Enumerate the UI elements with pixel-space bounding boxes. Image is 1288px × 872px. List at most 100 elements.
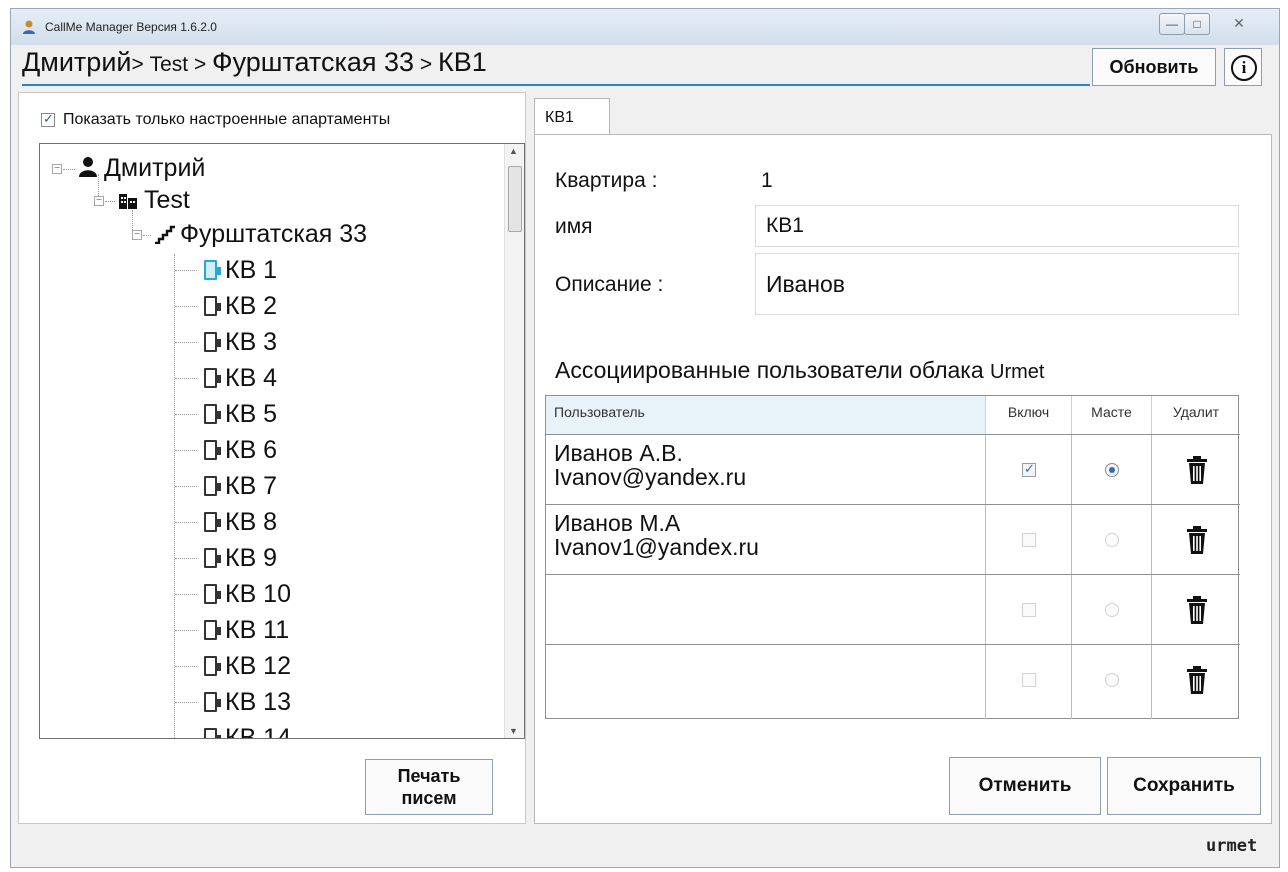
building-icon bbox=[119, 194, 137, 209]
tree-node-apartment[interactable]: КВ 8 bbox=[204, 504, 277, 540]
cloud-users-heading-text: Ассоциированные пользователи облака bbox=[555, 357, 991, 383]
name-field[interactable]: КВ1 bbox=[755, 205, 1239, 247]
tree-node-label: КВ 4 bbox=[225, 364, 278, 392]
door-icon bbox=[204, 332, 221, 352]
tree-node-label: КВ 1 bbox=[225, 256, 278, 284]
refresh-button[interactable]: Обновить bbox=[1092, 48, 1216, 86]
user-app-icon bbox=[23, 20, 35, 34]
tree-node-apartment[interactable]: КВ 13 bbox=[204, 684, 291, 720]
info-icon: i bbox=[1231, 55, 1257, 81]
column-header-delete[interactable]: Удалит bbox=[1152, 396, 1240, 434]
user-cell[interactable] bbox=[546, 575, 986, 645]
show-configured-label: Показать только настроенные апартаменты bbox=[63, 111, 391, 128]
print-letters-label-2: писем bbox=[401, 788, 457, 808]
breadcrumb-project[interactable]: Test bbox=[150, 53, 189, 76]
expander-building[interactable]: − bbox=[132, 230, 142, 240]
tree-node-label: Test bbox=[144, 186, 190, 214]
user-cell[interactable] bbox=[546, 645, 986, 719]
cloud-users-heading: Ассоциированные пользователи облака Urme… bbox=[555, 357, 1045, 384]
trash-icon[interactable] bbox=[1186, 595, 1208, 625]
door-icon bbox=[204, 260, 221, 280]
tree-node-apartment[interactable]: КВ 2 bbox=[204, 288, 277, 324]
master-radio[interactable] bbox=[1105, 603, 1119, 617]
tree-node-apartment[interactable]: КВ 3 bbox=[204, 324, 277, 360]
tree-node-apartment[interactable]: КВ 7 bbox=[204, 468, 277, 504]
enable-checkbox[interactable] bbox=[1022, 673, 1036, 687]
title-bar: CallMe Manager Версия 1.6.2.0 — □ ✕ bbox=[11, 9, 1279, 45]
tree-node-apartment[interactable]: КВ 6 bbox=[204, 432, 277, 468]
tree-node-apartment[interactable]: КВ 9 bbox=[204, 540, 277, 576]
tree-node-apartment[interactable]: КВ 4 bbox=[204, 360, 277, 396]
print-letters-button[interactable]: Печать писем bbox=[365, 759, 493, 815]
tree-node-user[interactable]: Дмитрий bbox=[78, 150, 205, 186]
scroll-down-icon[interactable]: ▼ bbox=[509, 726, 518, 736]
tab-apartment[interactable]: КВ1 bbox=[534, 98, 610, 138]
stairs-icon bbox=[155, 225, 175, 245]
apartment-tree[interactable]: − Дмитрий − Test − Фурштатская 33 КВ 1 К… bbox=[39, 143, 525, 739]
tree-node-apartment[interactable]: КВ 1 bbox=[204, 252, 277, 288]
scroll-up-icon[interactable]: ▲ bbox=[509, 146, 518, 156]
breadcrumb-separator: > bbox=[188, 53, 213, 76]
tree-node-apartment[interactable]: КВ 11 bbox=[204, 612, 289, 648]
table-row bbox=[546, 574, 1240, 645]
tree-node-project[interactable]: Test bbox=[118, 182, 190, 218]
breadcrumb-user[interactable]: Дмитрий bbox=[22, 47, 131, 77]
column-header-master[interactable]: Масте bbox=[1072, 396, 1152, 434]
tree-node-building[interactable]: Фурштатская 33 bbox=[154, 216, 367, 252]
enable-checkbox[interactable] bbox=[1022, 461, 1036, 477]
expander-root[interactable]: − bbox=[52, 164, 62, 174]
user-cell[interactable]: Иванов А.В. Ivanov@yandex.ru bbox=[546, 435, 986, 505]
tree-node-apartment[interactable]: КВ 14 bbox=[204, 720, 291, 738]
print-letters-label-1: Печать bbox=[397, 766, 461, 786]
cancel-button[interactable]: Отменить bbox=[949, 757, 1101, 815]
cloud-brand-name: Urmet bbox=[990, 361, 1045, 383]
tree-node-label: КВ 9 bbox=[225, 544, 278, 572]
name-label: имя bbox=[555, 215, 593, 238]
tree-node-label: Дмитрий bbox=[104, 154, 206, 182]
master-radio[interactable] bbox=[1105, 673, 1119, 687]
column-header-user[interactable]: Пользователь bbox=[546, 396, 986, 434]
breadcrumb-building[interactable]: Фурштатская 33 bbox=[212, 47, 414, 77]
save-button[interactable]: Сохранить bbox=[1107, 757, 1261, 815]
checkbox-icon[interactable] bbox=[41, 111, 55, 127]
user-cell[interactable]: Иванов М.А Ivanov1@yandex.ru bbox=[546, 505, 986, 575]
door-icon bbox=[204, 548, 221, 568]
trash-icon[interactable] bbox=[1186, 525, 1208, 555]
tree-node-label: КВ 10 bbox=[225, 580, 291, 608]
info-button[interactable]: i bbox=[1224, 48, 1262, 86]
enable-checkbox[interactable] bbox=[1022, 603, 1036, 617]
description-field[interactable]: Иванов bbox=[755, 253, 1239, 315]
tree-node-apartment[interactable]: КВ 5 bbox=[204, 396, 277, 432]
user-name: Иванов А.В. bbox=[554, 440, 683, 466]
minimize-button[interactable]: — bbox=[1159, 13, 1185, 35]
show-configured-checkbox[interactable]: Показать только настроенные апартаменты bbox=[41, 111, 390, 129]
column-header-enable[interactable]: Включ bbox=[986, 396, 1072, 434]
expander-project[interactable]: − bbox=[94, 196, 104, 206]
window-title: CallMe Manager Версия 1.6.2.0 bbox=[45, 20, 217, 34]
breadcrumb: Дмитрий> Test > Фурштатская 33 > КВ1 bbox=[22, 42, 1090, 86]
apartment-details-pane: Квартира : 1 имя КВ1 Описание : Иванов А… bbox=[534, 134, 1272, 824]
door-icon bbox=[204, 692, 221, 712]
tree-node-label: КВ 6 bbox=[225, 436, 278, 464]
tree-node-apartment[interactable]: КВ 12 bbox=[204, 648, 291, 684]
tree-scrollbar[interactable]: ▲ ▼ bbox=[504, 144, 524, 738]
tree-node-apartment[interactable]: КВ 10 bbox=[204, 576, 291, 612]
apartment-number: 1 bbox=[761, 169, 773, 192]
door-icon bbox=[204, 584, 221, 604]
maximize-button[interactable]: □ bbox=[1184, 13, 1210, 35]
breadcrumb-apartment[interactable]: КВ1 bbox=[438, 47, 487, 77]
close-button[interactable]: ✕ bbox=[1217, 13, 1261, 35]
scroll-thumb[interactable] bbox=[508, 166, 522, 232]
trash-icon[interactable] bbox=[1186, 665, 1208, 695]
tree-node-label: КВ 2 bbox=[225, 292, 278, 320]
trash-icon[interactable] bbox=[1186, 455, 1208, 485]
door-icon bbox=[204, 368, 221, 388]
door-icon bbox=[204, 656, 221, 676]
user-name: Иванов М.А bbox=[554, 510, 681, 536]
enable-checkbox[interactable] bbox=[1022, 533, 1036, 547]
tree-node-label: КВ 5 bbox=[225, 400, 278, 428]
master-radio[interactable] bbox=[1105, 533, 1119, 547]
master-radio[interactable] bbox=[1105, 463, 1119, 477]
cloud-users-table: Пользователь Включ Масте Удалит Иванов А… bbox=[545, 395, 1240, 719]
tree-node-label: КВ 13 bbox=[225, 688, 291, 716]
